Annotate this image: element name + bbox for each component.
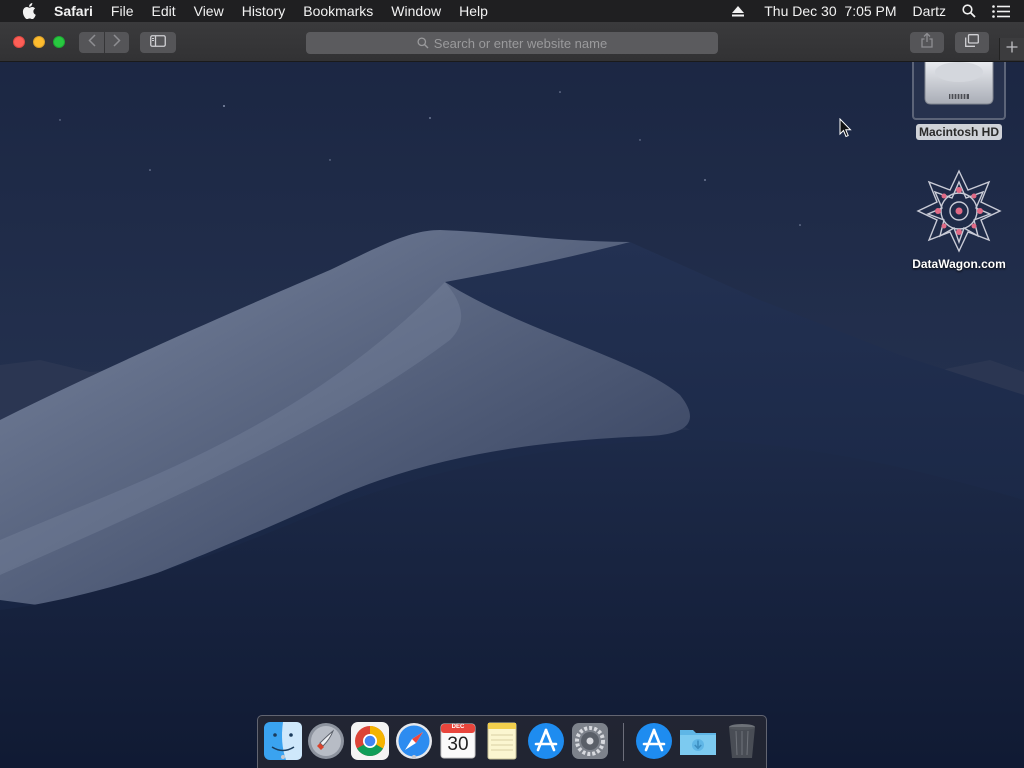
system-preferences-gear-icon: [570, 723, 610, 765]
menu-file[interactable]: File: [111, 0, 134, 22]
apple-icon[interactable]: [18, 3, 40, 19]
desktop-icon-label: DataWagon.com: [912, 257, 1006, 271]
forward-button[interactable]: [105, 32, 129, 53]
share-button[interactable]: [910, 32, 944, 53]
menu-history[interactable]: History: [242, 0, 286, 22]
sidebar-icon: [150, 34, 166, 52]
address-bar[interactable]: Search or enter website name: [306, 32, 718, 54]
mojave-dunes-wallpaper: [0, 0, 1024, 768]
back-button[interactable]: [79, 32, 104, 53]
running-indicator: [281, 755, 285, 759]
menu-edit[interactable]: Edit: [151, 0, 175, 22]
desktop-icon-label: Macintosh HD: [915, 124, 1002, 140]
dock-app-store-folder[interactable]: [634, 721, 674, 761]
mouse-cursor-icon: [839, 117, 852, 143]
notes-icon: [482, 722, 522, 765]
dock-finder[interactable]: [263, 721, 303, 761]
running-indicator: [412, 755, 416, 759]
app-store-icon: [634, 723, 674, 765]
window-close-button[interactable]: [13, 36, 25, 48]
address-placeholder: Search or enter website name: [433, 35, 608, 51]
sidebar-toggle-button[interactable]: [140, 32, 176, 53]
safari-toolbar: Search or enter website name: [0, 22, 1024, 62]
window-minimize-button[interactable]: [33, 36, 45, 48]
eject-icon[interactable]: [732, 5, 745, 17]
dock-separator: [623, 723, 624, 761]
desktop: [0, 0, 1024, 768]
desktop-icon-macintosh-hd[interactable]: Macintosh HD: [907, 59, 1011, 141]
dock-downloads[interactable]: [678, 721, 718, 761]
downloads-folder-icon: [678, 730, 718, 765]
dock-safari[interactable]: [394, 721, 434, 761]
dock: DEC 30: [257, 715, 767, 768]
calendar-icon: DEC 30: [438, 721, 478, 761]
dock-notes[interactable]: [482, 721, 522, 761]
dock-calendar[interactable]: DEC 30: [438, 721, 478, 761]
launchpad-rocket-icon: [306, 723, 346, 765]
menu-bar: Safari File Edit View History Bookmarks …: [0, 0, 1024, 22]
new-tab-icon: [1006, 40, 1018, 58]
menu-user-name[interactable]: Dartz: [913, 0, 946, 22]
spotlight-search-icon[interactable]: [962, 4, 976, 18]
menu-help[interactable]: Help: [459, 0, 488, 22]
dock-app-store[interactable]: [526, 721, 566, 761]
calendar-month: DEC: [451, 724, 465, 730]
datawagon-logo-icon: [916, 168, 1002, 254]
menu-view[interactable]: View: [194, 0, 224, 22]
forward-icon: [113, 33, 121, 52]
tab-overview-button[interactable]: [955, 32, 989, 53]
dock-chrome[interactable]: [350, 721, 390, 761]
dock-system-preferences[interactable]: [570, 721, 610, 761]
dock-trash[interactable]: [722, 721, 762, 761]
calendar-day: 30: [447, 734, 469, 755]
app-store-icon: [526, 723, 566, 765]
hard-drive-icon: [921, 59, 997, 113]
menu-window[interactable]: Window: [391, 0, 441, 22]
menu-app-safari[interactable]: Safari: [54, 0, 93, 22]
back-icon: [87, 33, 96, 52]
desktop-icon-selection: [912, 59, 1006, 120]
search-icon: [417, 37, 429, 49]
window-zoom-button[interactable]: [53, 36, 65, 48]
notification-center-icon[interactable]: [992, 4, 1010, 18]
dock-launchpad[interactable]: [306, 721, 346, 761]
menu-bookmarks[interactable]: Bookmarks: [303, 0, 373, 22]
trash-icon: [722, 724, 762, 765]
new-tab-button[interactable]: [999, 38, 1024, 60]
tabs-overview-icon: [965, 33, 979, 52]
desktop-icon-datawagon[interactable]: DataWagon.com: [900, 168, 1018, 273]
share-icon: [921, 32, 933, 53]
chrome-icon: [350, 722, 390, 765]
menu-clock[interactable]: Thu Dec 30 7:05 PM: [764, 0, 896, 22]
